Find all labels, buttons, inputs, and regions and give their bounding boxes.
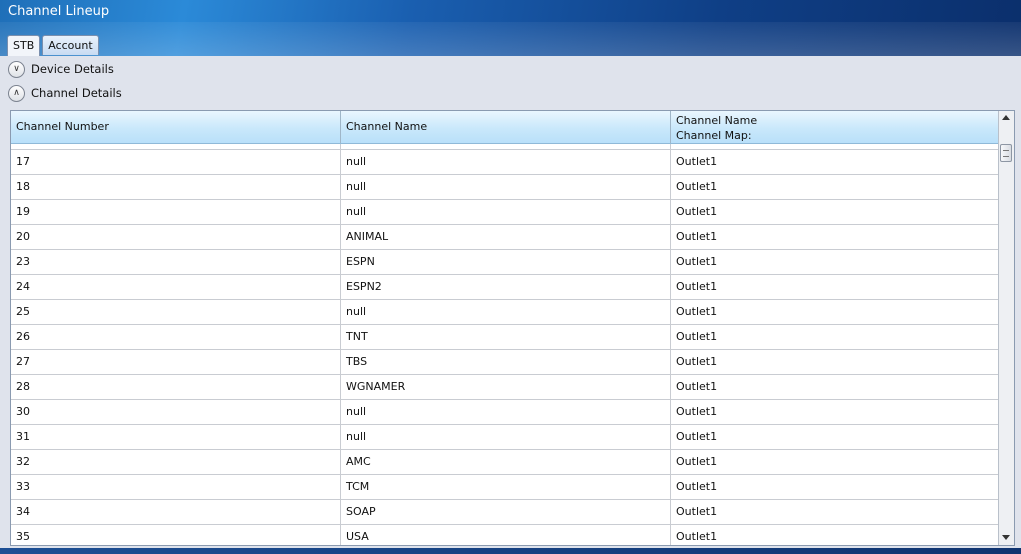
channel-grid: 16QVCOutlet117nullOutlet118nullOutlet119…: [10, 110, 1015, 546]
table-row[interactable]: 25 null Outlet1: [11, 300, 1000, 325]
table-row[interactable]: 27 TBS Outlet1: [11, 350, 1000, 375]
cell-channel-name: ANIMAL: [341, 225, 671, 250]
window-title: Channel Lineup: [8, 4, 110, 19]
cell-channel-map: Outlet1: [671, 375, 1000, 400]
device-details-section[interactable]: ∨ Device Details: [8, 59, 114, 79]
grid-header: Channel Number Channel Name Channel Name…: [11, 111, 1000, 144]
cell-channel-name: null: [341, 425, 671, 450]
vertical-scrollbar[interactable]: [998, 111, 1014, 545]
cell-channel-map: Outlet1: [671, 425, 1000, 450]
tab-stb[interactable]: STB: [7, 35, 41, 56]
scroll-thumb[interactable]: [1000, 144, 1012, 162]
cell-channel-number: 17: [11, 150, 341, 175]
channel-details-section[interactable]: ∧ Channel Details: [8, 83, 122, 103]
cell-channel-map: Outlet1: [671, 450, 1000, 475]
table-row[interactable]: 33 TCM Outlet1: [11, 475, 1000, 500]
cell-channel-map: Outlet1: [671, 175, 1000, 200]
cell-channel-name: SOAP: [341, 500, 671, 525]
table-row[interactable]: 32 AMC Outlet1: [11, 450, 1000, 475]
cell-channel-number: 32: [11, 450, 341, 475]
cell-channel-number: 19: [11, 200, 341, 225]
cell-channel-map: Outlet1: [671, 525, 1000, 545]
cell-channel-number: 26: [11, 325, 341, 350]
table-row[interactable]: 24 ESPN2 Outlet1: [11, 275, 1000, 300]
cell-channel-map: Outlet1: [671, 275, 1000, 300]
cell-channel-number: 31: [11, 425, 341, 450]
cell-channel-name: ESPN: [341, 250, 671, 275]
cell-channel-number: 28: [11, 375, 341, 400]
cell-channel-name: TBS: [341, 350, 671, 375]
cell-channel-number: 33: [11, 475, 341, 500]
cell-channel-number: 18: [11, 175, 341, 200]
table-row[interactable]: 17 null Outlet1: [11, 150, 1000, 175]
title-bar: Channel Lineup: [0, 0, 1021, 56]
scroll-up-icon[interactable]: [1002, 115, 1010, 120]
cell-channel-number: 20: [11, 225, 341, 250]
column-header-channel-name[interactable]: Channel Name: [341, 111, 671, 143]
cell-channel-number: 23: [11, 250, 341, 275]
column-header-channel-number[interactable]: Channel Number: [11, 111, 341, 143]
table-row[interactable]: 20 ANIMAL Outlet1: [11, 225, 1000, 250]
cell-channel-map: Outlet1: [671, 475, 1000, 500]
cell-channel-name: TCM: [341, 475, 671, 500]
table-row[interactable]: 26 TNT Outlet1: [11, 325, 1000, 350]
cell-channel-name: ESPN2: [341, 275, 671, 300]
table-row[interactable]: 34 SOAP Outlet1: [11, 500, 1000, 525]
device-details-label: Device Details: [31, 62, 114, 76]
cell-channel-map: Outlet1: [671, 325, 1000, 350]
cell-channel-map: Outlet1: [671, 350, 1000, 375]
cell-channel-map: Outlet1: [671, 225, 1000, 250]
cell-channel-map: Outlet1: [671, 500, 1000, 525]
window-bottom-edge: [0, 548, 1021, 554]
table-row[interactable]: 30 null Outlet1: [11, 400, 1000, 425]
scroll-down-icon[interactable]: [1002, 535, 1010, 540]
cell-channel-name: null: [341, 200, 671, 225]
cell-channel-name: null: [341, 175, 671, 200]
cell-channel-name: WGNAMER: [341, 375, 671, 400]
cell-channel-map: Outlet1: [671, 200, 1000, 225]
chevron-up-icon[interactable]: ∧: [8, 84, 25, 102]
tab-account[interactable]: Account: [42, 35, 99, 55]
table-row[interactable]: 18 null Outlet1: [11, 175, 1000, 200]
cell-channel-map: Outlet1: [671, 150, 1000, 175]
table-row[interactable]: 31 null Outlet1: [11, 425, 1000, 450]
tab-content: ∨ Device Details ∧ Channel Details 16QVC…: [0, 56, 1021, 548]
chevron-down-icon[interactable]: ∨: [8, 60, 25, 78]
cell-channel-number: 27: [11, 350, 341, 375]
table-row[interactable]: 19 null Outlet1: [11, 200, 1000, 225]
column-header-channel-map-subtitle: Channel Map:: [676, 129, 752, 142]
cell-channel-name: null: [341, 150, 671, 175]
cell-channel-number: 24: [11, 275, 341, 300]
cell-channel-name: TNT: [341, 325, 671, 350]
cell-channel-number: 30: [11, 400, 341, 425]
table-row[interactable]: 28 WGNAMER Outlet1: [11, 375, 1000, 400]
cell-channel-name: null: [341, 300, 671, 325]
cell-channel-number: 35: [11, 525, 341, 545]
cell-channel-number: 34: [11, 500, 341, 525]
cell-channel-name: USA: [341, 525, 671, 545]
table-row[interactable]: 23 ESPN Outlet1: [11, 250, 1000, 275]
cell-channel-map: Outlet1: [671, 250, 1000, 275]
cell-channel-number: 25: [11, 300, 341, 325]
cell-channel-map: Outlet1: [671, 300, 1000, 325]
column-header-channel-map-title: Channel Name: [676, 114, 758, 127]
table-row[interactable]: 35 USA Outlet1: [11, 525, 1000, 545]
tab-strip: STB Account: [7, 35, 99, 56]
cell-channel-name: AMC: [341, 450, 671, 475]
cell-channel-map: Outlet1: [671, 400, 1000, 425]
channel-details-label: Channel Details: [31, 86, 122, 100]
cell-channel-name: null: [341, 400, 671, 425]
column-header-channel-map[interactable]: Channel Name Channel Map:: [671, 111, 1000, 143]
